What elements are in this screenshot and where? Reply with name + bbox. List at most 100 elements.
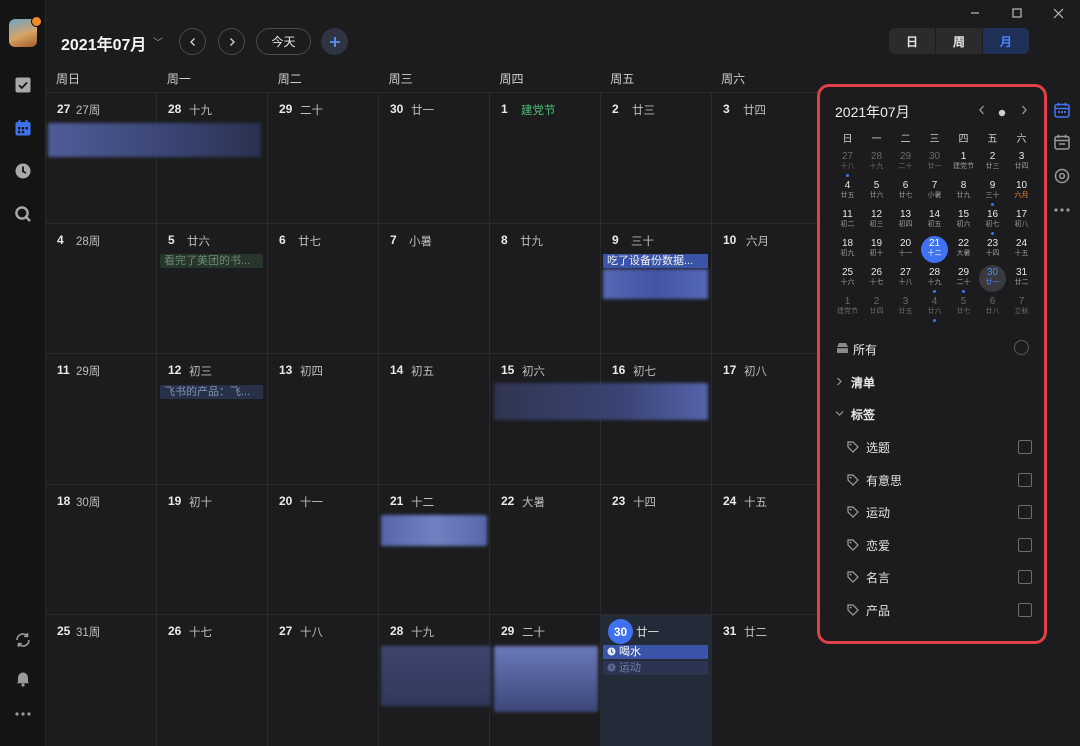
day-cell[interactable]: 27 27周 — [46, 93, 157, 224]
view-month-button[interactable]: 月 — [983, 28, 1029, 54]
minimize-button[interactable] — [967, 5, 983, 21]
mini-day[interactable]: 12 初三 — [862, 207, 891, 236]
mini-day[interactable]: 22 大暑 — [949, 236, 978, 265]
today-button[interactable]: 今天 — [256, 28, 311, 55]
day-cell[interactable]: 20 十一 — [268, 484, 379, 616]
maximize-button[interactable] — [1009, 5, 1025, 21]
mini-day[interactable]: 17 初八 — [1007, 207, 1036, 236]
mini-day-today[interactable]: 30 廿一 — [979, 265, 1006, 292]
mini-day[interactable]: 24 十五 — [1007, 236, 1036, 265]
tag-checkbox[interactable] — [1018, 603, 1032, 617]
mini-day[interactable]: 1 建党节 — [833, 294, 862, 323]
schedule-icon[interactable] — [1052, 132, 1072, 152]
mini-day[interactable]: 19 初十 — [862, 236, 891, 265]
mini-day[interactable]: 3 廿五 — [891, 294, 920, 323]
day-cell[interactable]: 29 二十 — [268, 93, 379, 224]
prev-month-button[interactable] — [179, 28, 206, 55]
mini-day[interactable]: 29 二十 — [949, 265, 978, 294]
tag-checkbox[interactable] — [1018, 538, 1032, 552]
mini-day[interactable]: 6 廿七 — [891, 178, 920, 207]
mini-day[interactable]: 15 初六 — [949, 207, 978, 236]
mini-day[interactable]: 5 廿七 — [949, 294, 978, 323]
mini-today-dot[interactable] — [998, 106, 1006, 120]
settings-icon[interactable] — [1052, 166, 1072, 186]
mini-day[interactable]: 3 廿四 — [1007, 149, 1036, 178]
tag-row[interactable]: 有意思 — [847, 472, 1032, 490]
next-month-button[interactable] — [218, 28, 245, 55]
day-cell[interactable]: 2 廿三 — [601, 93, 712, 224]
event-item[interactable]: 看完了美团的书... — [160, 254, 263, 268]
blurred-event[interactable] — [494, 646, 598, 712]
add-button[interactable] — [321, 28, 348, 55]
mini-day[interactable]: 28 十九 — [862, 149, 891, 178]
mini-day[interactable]: 27 十八 — [891, 265, 920, 294]
event-item[interactable]: 飞书的产品：飞... — [160, 385, 263, 399]
day-cell[interactable]: 11 29周 — [46, 354, 157, 485]
event-item[interactable]: 运动 — [603, 661, 708, 675]
day-cell[interactable]: 7 小暑 — [379, 223, 490, 355]
mini-day[interactable]: 2 廿四 — [862, 294, 891, 323]
tag-checkbox[interactable] — [1018, 440, 1032, 454]
blurred-event[interactable] — [381, 646, 491, 706]
sync-icon[interactable] — [13, 630, 33, 650]
mini-day[interactable]: 30 廿一 — [920, 149, 949, 178]
tags-section-header[interactable]: 标签 — [835, 406, 1035, 424]
mini-day[interactable]: 26 十七 — [862, 265, 891, 294]
mini-day[interactable]: 29 二十 — [891, 149, 920, 178]
mini-day[interactable]: 20 十一 — [891, 236, 920, 265]
tag-row[interactable]: 名言 — [847, 569, 1032, 587]
event-item[interactable]: 吃了设备份数据... — [603, 254, 708, 268]
tag-row[interactable]: 产品 — [847, 602, 1032, 620]
day-cell[interactable]: 24 十五 — [712, 485, 823, 616]
tag-row[interactable]: 选题 — [847, 439, 1032, 457]
calendar-icon[interactable] — [13, 118, 33, 138]
mini-day[interactable]: 9 三十 — [978, 178, 1007, 207]
blurred-event[interactable] — [603, 269, 708, 299]
more-dots-icon[interactable] — [13, 704, 33, 724]
tag-row[interactable]: 运动 — [847, 504, 1032, 522]
filter-all-radio[interactable] — [1014, 340, 1029, 355]
mini-day[interactable]: 23 十四 — [978, 236, 1007, 265]
day-cell[interactable]: 14 初五 — [379, 354, 490, 485]
mini-day[interactable]: 14 初五 — [920, 207, 949, 236]
mini-day[interactable]: 11 初二 — [833, 207, 862, 236]
tag-checkbox[interactable] — [1018, 505, 1032, 519]
mini-day[interactable]: 5 廿六 — [862, 178, 891, 207]
mini-day[interactable]: 8 廿九 — [949, 178, 978, 207]
mini-next-button[interactable] — [1020, 104, 1028, 118]
blurred-event[interactable] — [494, 383, 708, 420]
mini-day[interactable]: 18 初九 — [833, 236, 862, 265]
day-cell[interactable]: 21 十二 — [379, 484, 490, 616]
day-cell-today[interactable]: 30 廿一 — [601, 615, 712, 746]
day-cell[interactable]: 19 初十 — [157, 484, 268, 616]
blurred-event[interactable] — [381, 515, 487, 546]
day-cell[interactable]: 23 十四 — [601, 484, 712, 616]
more-dots-icon[interactable] — [1052, 200, 1072, 220]
mini-prev-button[interactable] — [978, 104, 986, 118]
calendar-view-icon[interactable] — [1052, 100, 1072, 120]
day-cell[interactable]: 5 廿六 — [157, 223, 268, 355]
mini-day[interactable]: 27 十八 — [833, 149, 862, 178]
view-week-button[interactable]: 周 — [936, 28, 983, 54]
day-cell[interactable]: 1 建党节 — [490, 93, 601, 224]
tag-checkbox[interactable] — [1018, 473, 1032, 487]
day-cell[interactable]: 10 六月 — [712, 224, 823, 355]
day-cell[interactable]: 25 31周 — [46, 615, 157, 746]
mini-day[interactable]: 7 立秋 — [1007, 294, 1036, 323]
day-cell[interactable]: 3 廿四 — [712, 93, 823, 224]
close-button[interactable] — [1050, 5, 1066, 21]
task-checkbox-icon[interactable] — [13, 75, 33, 95]
event-item[interactable]: 喝水 — [603, 645, 708, 659]
day-cell[interactable]: 12 初三 — [157, 354, 268, 485]
search-icon[interactable] — [13, 204, 33, 224]
bell-icon[interactable] — [13, 668, 33, 688]
mini-day[interactable]: 10 六月 — [1007, 178, 1036, 207]
mini-day[interactable]: 13 初四 — [891, 207, 920, 236]
day-cell[interactable]: 30 廿一 — [379, 93, 490, 224]
mini-day[interactable]: 2 廿三 — [978, 149, 1007, 178]
mini-day[interactable]: 1 建党节 — [949, 149, 978, 178]
mini-day[interactable]: 31 廿二 — [1007, 265, 1036, 294]
blurred-event[interactable] — [48, 123, 261, 157]
mini-day-selected[interactable]: 21 十二 — [921, 236, 948, 263]
day-cell[interactable]: 4 28周 — [46, 223, 157, 355]
